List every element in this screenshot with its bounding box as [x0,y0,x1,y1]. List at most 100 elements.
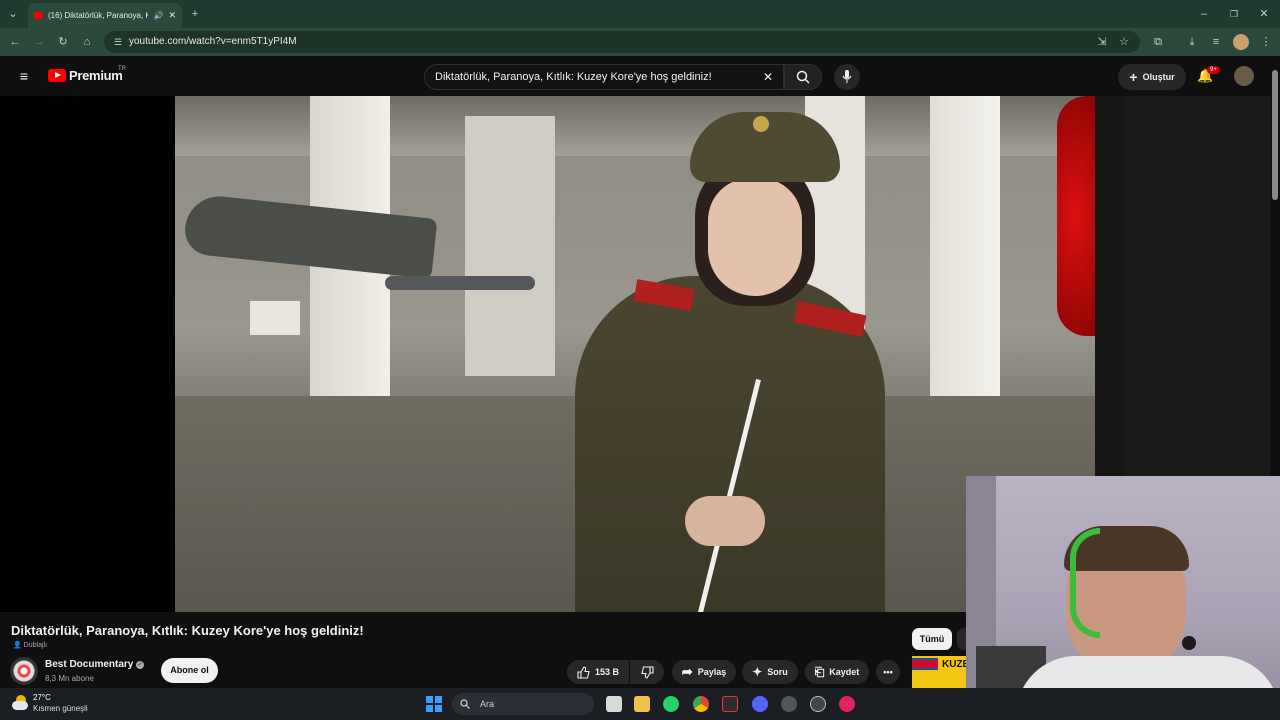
windows-taskbar: 27°C Kısmen güneşli Ara [0,688,1280,720]
site-info-icon[interactable]: ☰ [110,34,126,50]
notification-badge: 9+ [1207,66,1220,74]
clear-search-icon[interactable]: ✕ [763,65,773,89]
region-code: TR [118,66,126,72]
video-frame-red-object [1057,96,1095,336]
chrome-icon[interactable] [693,696,709,712]
video-frame-pillar [465,116,555,376]
verified-badge-icon: ✓ [136,661,144,669]
recommended-video-thumbnail[interactable]: KUZE [912,656,966,688]
subscriber-count: 8,3 Mn abone [45,674,94,683]
like-count: 153 B [594,667,620,677]
share-label: Paylaş [697,667,727,677]
account-avatar[interactable] [1234,66,1254,86]
thumbs-down-icon [640,665,654,679]
back-icon[interactable]: ← [7,34,23,50]
address-toolbar: ← → ↻ ⌂ ☰ youtube.com/watch?v=enm5T1yPI4… [0,28,1280,56]
search-icon [460,699,470,709]
steam-icon[interactable] [781,696,797,712]
hamburger-menu-icon[interactable]: ≡ [16,68,32,84]
file-explorer-icon[interactable] [634,696,650,712]
bookmark-icon: ⎗ [814,664,825,679]
video-player[interactable] [175,96,1095,612]
extensions-icon[interactable]: ⧉ [1150,34,1166,50]
ask-label: Soru [767,667,788,677]
dubbed-label: 👤 Dublajlı [13,641,47,649]
download-icon[interactable]: ⤓ [1184,34,1200,50]
media-app-icon[interactable] [722,696,738,712]
home-icon[interactable]: ⌂ [79,34,95,50]
task-view-icon[interactable] [606,696,622,712]
video-frame-person-hands [685,496,765,546]
save-label: Kaydet [829,667,860,677]
video-frame-person-face [708,178,802,296]
youtube-music-icon[interactable] [839,696,855,712]
create-button[interactable]: + Oluştur [1118,64,1186,90]
more-horizontal-icon: ••• [883,667,893,677]
reading-list-icon[interactable]: ≡ [1208,34,1224,50]
whatsapp-icon[interactable] [663,696,679,712]
dislike-button[interactable] [630,660,664,684]
chrome-menu-icon[interactable]: ⋮ [1258,34,1274,50]
youtube-favicon-icon [34,12,43,19]
create-label: Oluştur [1142,72,1175,82]
weather-description[interactable]: Kısmen güneşli [33,704,88,713]
channel-avatar[interactable] [10,657,38,685]
browser-tab-bar: ⌄ (16) Diktatörlük, Paranoya, Kıtlık: Ku… [0,0,1280,28]
speaker-icon[interactable]: 🔊 [153,11,163,20]
youtube-header: ≡ Premium TR Diktatörlük, Paranoya, Kıtl… [0,56,1280,96]
youtube-premium-logo[interactable]: Premium [69,68,123,83]
search-input[interactable]: Diktatörlük, Paranoya, Kıtlık: Kuzey Kor… [424,64,784,90]
video-frame-cap-badge [753,116,769,132]
taskbar-search-input[interactable]: Ara [452,693,594,715]
sparkle-icon: ✦ [752,665,763,679]
obs-icon[interactable] [810,696,826,712]
webcam-microphone [1182,636,1196,650]
youtube-logo-icon[interactable] [48,69,66,82]
thumbs-up-icon [577,665,590,679]
save-button[interactable]: ⎗ Kaydet [805,660,869,684]
search-button[interactable] [784,64,822,90]
windows-start-icon[interactable] [426,696,442,712]
reload-icon[interactable]: ↻ [55,34,71,50]
tab-search-icon[interactable]: ⌄ [5,6,21,22]
new-tab-icon[interactable]: + [187,6,203,22]
subscribe-button[interactable]: Abone ol [161,658,218,683]
weather-icon[interactable] [12,695,30,711]
plus-icon: + [1129,69,1138,85]
url-text: youtube.com/watch?v=enm5T1yPI4M [129,36,297,47]
person-icon: 👤 [13,642,22,649]
url-input[interactable]: ☰ youtube.com/watch?v=enm5T1yPI4M [104,31,1140,53]
voice-search-button[interactable] [834,64,860,90]
search-icon [796,70,810,84]
minimize-icon[interactable]: – [1196,6,1212,22]
video-frame-placard [250,301,300,335]
tab-title: (16) Diktatörlük, Paranoya, Kıtlık: Kuze… [48,11,149,20]
profile-avatar[interactable] [1233,34,1249,50]
share-button[interactable]: ➦ Paylaş [672,660,736,684]
discord-icon[interactable] [752,696,768,712]
tab-close-icon[interactable]: ✕ [168,10,176,21]
ask-button[interactable]: ✦ Soru [742,660,798,684]
webcam-headset [1070,528,1100,638]
dubbed-text: Dublajlı [23,642,48,649]
taskbar-search-placeholder: Ara [480,699,495,709]
microphone-icon [842,70,852,83]
bookmark-star-icon[interactable]: ☆ [1116,34,1132,50]
forward-icon[interactable]: → [31,34,47,50]
like-button[interactable]: 153 B [567,660,629,684]
north-korea-flag-icon [912,658,938,670]
install-app-icon[interactable]: ⇲ [1094,34,1110,50]
thumbnail-text: KUZE [942,659,966,670]
browser-tab[interactable]: (16) Diktatörlük, Paranoya, Kıtlık: Kuze… [28,3,182,28]
scrollbar-thumb[interactable] [1272,70,1278,200]
chip-all[interactable]: Tümü [912,628,952,650]
video-side-edge [1095,96,1125,476]
restore-icon[interactable]: ❐ [1226,6,1242,22]
share-arrow-icon: ➦ [681,664,693,679]
weather-temperature[interactable]: 27°C [33,693,51,702]
more-actions-button[interactable]: ••• [876,660,900,684]
video-frame-aircraft-wing [385,276,535,290]
channel-name[interactable]: Best Documentary [45,659,133,670]
window-close-icon[interactable]: ✕ [1256,6,1272,22]
chip-next[interactable] [957,628,966,650]
